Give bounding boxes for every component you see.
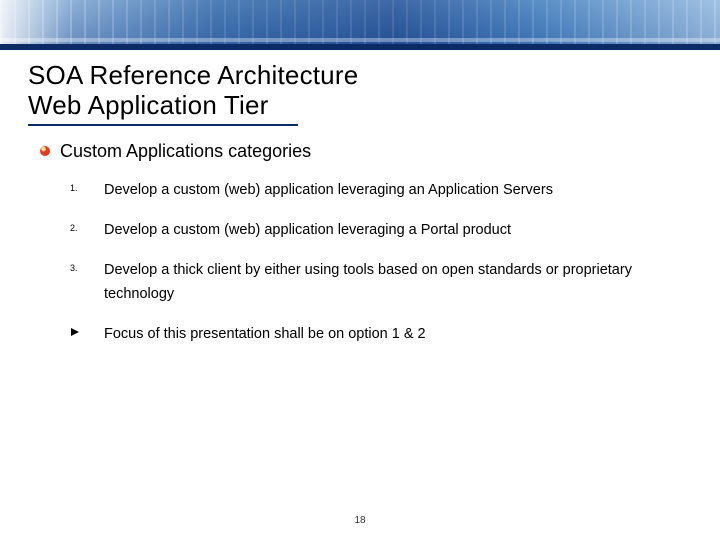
list-item: Focus of this presentation shall be on o… xyxy=(70,314,690,354)
item-list: 1. Develop a custom (web) application le… xyxy=(40,162,690,354)
list-marker-number: 3. xyxy=(70,258,84,278)
header-banner xyxy=(0,0,720,50)
slide-content: Custom Applications categories 1. Develo… xyxy=(0,126,720,354)
page-number: 18 xyxy=(0,515,720,526)
list-item-text: Develop a thick client by either using t… xyxy=(104,258,690,306)
subheading-text: Custom Applications categories xyxy=(60,140,311,162)
title-line-1: SOA Reference Architecture xyxy=(28,60,720,90)
list-item: 2. Develop a custom (web) application le… xyxy=(70,210,690,250)
arrow-icon xyxy=(70,322,84,337)
list-marker-number: 1. xyxy=(70,178,84,198)
list-item: 3. Develop a thick client by either usin… xyxy=(70,250,690,314)
subheading-row: Custom Applications categories xyxy=(40,140,690,162)
list-item-text: Develop a custom (web) application lever… xyxy=(104,178,553,202)
title-line-2: Web Application Tier xyxy=(28,90,720,120)
list-marker-number: 2. xyxy=(70,218,84,238)
list-item: 1. Develop a custom (web) application le… xyxy=(70,170,690,210)
slide-title: SOA Reference Architecture Web Applicati… xyxy=(0,50,720,122)
list-item-text: Develop a custom (web) application lever… xyxy=(104,218,511,242)
list-item-text: Focus of this presentation shall be on o… xyxy=(104,322,426,346)
bullet-icon xyxy=(40,146,50,156)
